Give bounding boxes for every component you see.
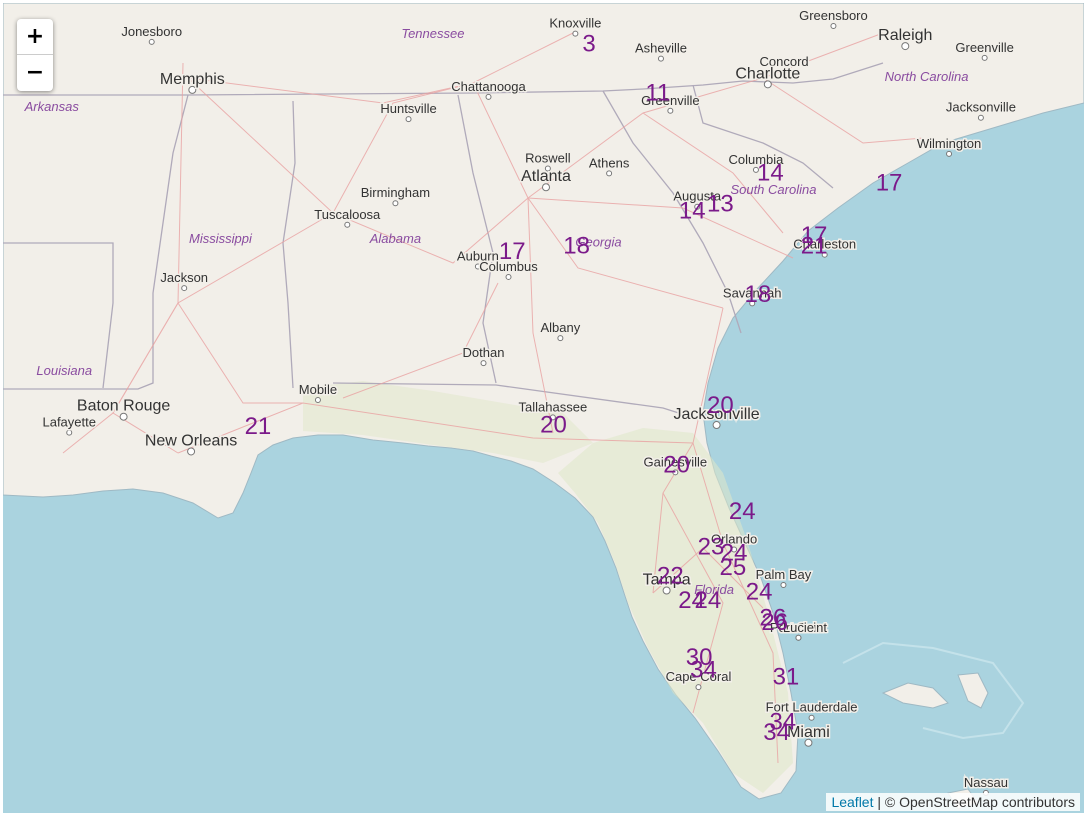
value-marker[interactable]: 18 bbox=[563, 232, 590, 259]
city-label: Nassau bbox=[964, 775, 1008, 790]
city-label: Memphis bbox=[160, 71, 225, 88]
value-marker[interactable]: 21 bbox=[801, 232, 828, 259]
city-dot bbox=[557, 335, 564, 342]
zoom-control: + − bbox=[17, 19, 53, 91]
value-marker[interactable]: 11 bbox=[645, 79, 670, 106]
city-label: Birmingham bbox=[361, 185, 430, 200]
attribution-separator: | © bbox=[873, 794, 900, 810]
city-label: Raleigh bbox=[878, 27, 932, 44]
city-label: Jonesboro bbox=[121, 24, 182, 39]
value-marker[interactable]: 18 bbox=[744, 281, 771, 308]
city-label: Greensboro bbox=[799, 8, 868, 23]
city-dot bbox=[480, 360, 487, 367]
city-dot bbox=[66, 429, 73, 436]
state-label: Mississippi bbox=[189, 231, 253, 246]
value-marker[interactable]: 3 bbox=[582, 31, 595, 58]
city-label: Athens bbox=[589, 155, 630, 170]
value-marker[interactable]: 20 bbox=[663, 451, 690, 478]
city-label: Atlanta bbox=[521, 168, 571, 185]
value-marker[interactable]: 14 bbox=[679, 198, 706, 225]
leaflet-link[interactable]: Leaflet bbox=[831, 794, 873, 810]
value-marker[interactable]: 25 bbox=[719, 554, 746, 581]
value-marker[interactable]: 34 bbox=[690, 656, 717, 683]
value-marker[interactable]: 21 bbox=[245, 413, 272, 440]
city-dot bbox=[981, 54, 988, 61]
value-marker[interactable]: 20 bbox=[540, 412, 567, 439]
city-dot bbox=[977, 114, 984, 121]
basemap[interactable]: TennesseeNorth CarolinaArkansasSouth Car… bbox=[3, 3, 1084, 813]
value-marker[interactable]: 13 bbox=[707, 191, 734, 218]
city-dot bbox=[657, 55, 664, 62]
city-dot bbox=[695, 684, 702, 691]
city-label: Roswell bbox=[525, 150, 571, 165]
city-label: Tuscaloosa bbox=[314, 207, 381, 222]
city-dot bbox=[485, 93, 492, 100]
value-marker[interactable]: 17 bbox=[876, 170, 903, 197]
city-label: Mobile bbox=[299, 382, 337, 397]
city-dot bbox=[667, 107, 674, 114]
zoom-in-button[interactable]: + bbox=[17, 19, 53, 55]
city-label: Jackson bbox=[160, 270, 208, 285]
city-label: New Orleans bbox=[145, 432, 237, 449]
city-dot bbox=[148, 38, 155, 45]
city-label: Wilmington bbox=[917, 136, 981, 151]
value-marker[interactable]: 14 bbox=[757, 159, 784, 186]
city-dot bbox=[830, 22, 837, 29]
city-dot bbox=[392, 200, 399, 207]
value-marker[interactable]: 24 bbox=[746, 579, 773, 606]
city-dot bbox=[344, 221, 351, 228]
value-marker[interactable]: 22 bbox=[657, 563, 684, 590]
city-dot bbox=[405, 116, 412, 123]
city-label: Dothan bbox=[463, 345, 505, 360]
value-marker[interactable]: 20 bbox=[707, 392, 734, 419]
osm-attribution-text: OpenStreetMap contributors bbox=[899, 794, 1075, 810]
value-marker[interactable]: 31 bbox=[773, 663, 800, 690]
zoom-out-button[interactable]: − bbox=[17, 55, 53, 90]
value-marker[interactable]: 24 bbox=[694, 587, 721, 614]
city-dot bbox=[780, 581, 787, 588]
city-dot bbox=[606, 170, 613, 177]
state-label: Arkansas bbox=[24, 99, 80, 114]
city-dot bbox=[946, 150, 953, 157]
city-label: Greenville bbox=[955, 40, 1014, 55]
city-dot bbox=[795, 634, 802, 641]
value-marker[interactable]: 24 bbox=[729, 498, 756, 525]
city-dot bbox=[505, 273, 512, 280]
city-label: Jacksonville bbox=[946, 100, 1016, 115]
city-dot bbox=[314, 397, 321, 404]
state-label: Alabama bbox=[369, 231, 421, 246]
map-attribution: Leaflet | © OpenStreetMap contributors bbox=[826, 793, 1080, 811]
city-dot bbox=[181, 285, 188, 292]
value-marker[interactable]: 26 bbox=[761, 609, 788, 636]
city-dot bbox=[808, 714, 815, 721]
value-marker[interactable]: 34 bbox=[763, 719, 790, 746]
city-label: Albany bbox=[540, 320, 580, 335]
city-label: Lafayette bbox=[42, 415, 96, 430]
state-label: North Carolina bbox=[885, 69, 969, 84]
city-label: Chattanooga bbox=[451, 79, 526, 94]
city-label: Charlotte bbox=[735, 65, 800, 82]
city-label: Knoxville bbox=[549, 16, 601, 31]
value-marker[interactable]: 17 bbox=[499, 238, 526, 265]
city-label: Baton Rouge bbox=[77, 398, 171, 415]
map-container[interactable]: Tennessee North Carolina Arkansas South Car… bbox=[3, 3, 1084, 813]
state-label: Tennessee bbox=[401, 26, 464, 41]
city-dot bbox=[572, 30, 579, 37]
city-label: Huntsville bbox=[380, 101, 436, 116]
state-label: Louisiana bbox=[36, 363, 92, 378]
city-label: Asheville bbox=[635, 41, 687, 56]
